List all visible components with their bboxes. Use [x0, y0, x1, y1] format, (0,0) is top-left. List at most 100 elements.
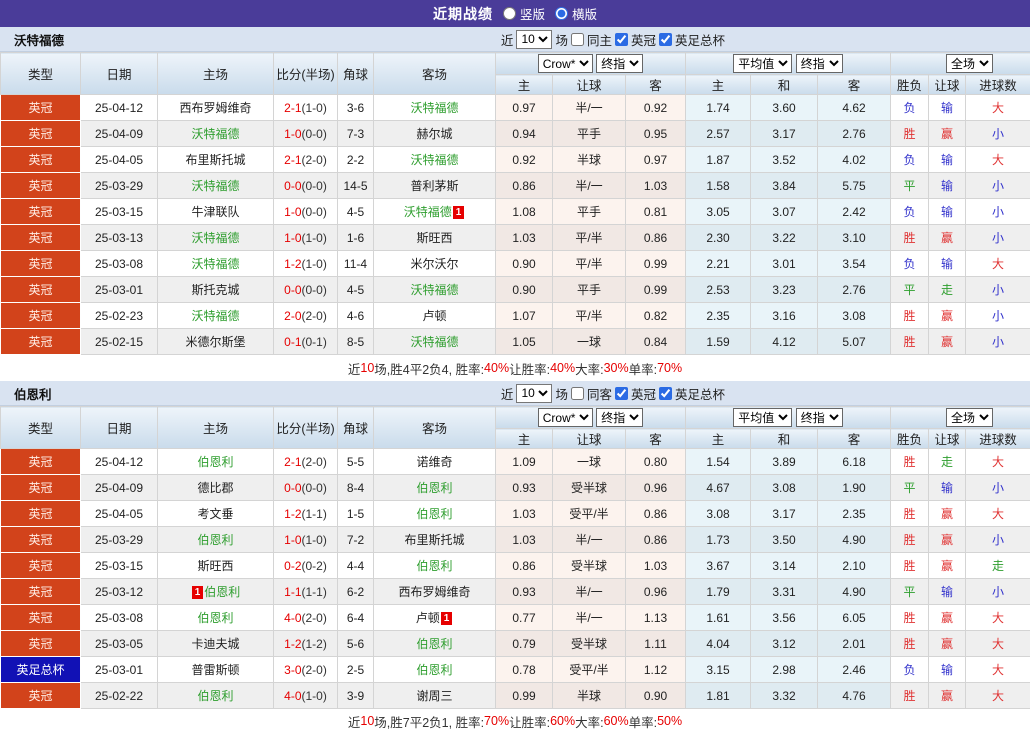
away-team-name: 普利茅斯	[410, 179, 458, 193]
match-count-select[interactable]: 10	[516, 384, 552, 403]
odds-time-select[interactable]: 终指	[596, 408, 643, 427]
match-date: 25-03-15	[81, 553, 158, 579]
handicap-odds-away: 0.95	[626, 121, 686, 147]
col-handicap: 让球	[553, 429, 626, 449]
odds-time-select[interactable]: 终指	[596, 54, 643, 73]
layout-option-horizontal[interactable]: 横版	[555, 4, 597, 23]
avg-odds-draw: 3.07	[751, 199, 818, 225]
away-team-cell: 米尔沃尔	[374, 251, 496, 277]
handicap-odds-away: 1.11	[626, 631, 686, 657]
odds-source-select[interactable]: Crow*	[538, 408, 593, 427]
scope-select[interactable]: 全场	[946, 408, 993, 427]
same-home-checkbox[interactable]	[571, 33, 584, 46]
match-type-cell: 英冠	[1, 251, 81, 277]
half-time-score: (2-0)	[302, 153, 327, 167]
col-avg-home: 主	[686, 429, 751, 449]
table-row: 英冠 25-02-15 米德尔斯堡 0-1(0-1) 8-5 沃特福德 1.05…	[1, 329, 1030, 355]
league-checkbox[interactable]	[615, 387, 628, 400]
vertical-layout-radio[interactable]	[503, 7, 516, 20]
handicap-odds-home: 0.90	[496, 251, 553, 277]
avg-odds-home: 1.58	[686, 173, 751, 199]
avg-odds-away: 4.62	[818, 95, 891, 121]
odds-source-select[interactable]: Crow*	[538, 54, 593, 73]
away-team-cell: 布里斯托城	[374, 527, 496, 553]
handicap-odds-home: 0.90	[496, 277, 553, 303]
col-date: 日期	[81, 407, 158, 449]
handicap-odds-home: 1.09	[496, 449, 553, 475]
goals-over-under-result: 大	[966, 501, 1030, 527]
table-row: 英冠 25-03-15 牛津联队 1-0(0-0) 4-5 沃特福德1 1.08…	[1, 199, 1030, 225]
corners-count: 2-2	[338, 147, 374, 173]
avg-odds-draw: 3.17	[751, 121, 818, 147]
col-away: 客场	[374, 407, 496, 449]
away-team-name: 沃特福德	[410, 283, 458, 297]
win-loss-result: 胜	[891, 225, 929, 251]
home-team-name: 伯恩利	[197, 611, 233, 625]
away-team-cell: 沃特福德	[374, 329, 496, 355]
home-team-name: 沃特福德	[191, 179, 239, 193]
odds-source-group: Crow* 终指	[496, 53, 686, 75]
summary-line: 近10场,胜4平2负4, 胜率:40% 让胜率:40% 大率:30% 单率:70…	[0, 355, 1030, 381]
same-away-checkbox[interactable]	[571, 387, 584, 400]
avg-odds-group: 平均值 终指	[686, 53, 891, 75]
away-team-name: 米尔沃尔	[410, 257, 458, 271]
cup-checkbox[interactable]	[659, 387, 672, 400]
half-time-score: (1-1)	[302, 585, 327, 599]
horizontal-layout-radio[interactable]	[555, 7, 568, 20]
away-team-name: 伯恩利	[416, 663, 452, 677]
handicap-result: 赢	[929, 553, 966, 579]
handicap-result: 输	[929, 579, 966, 605]
avg-odds-select[interactable]: 平均值	[733, 408, 792, 427]
col-win-loss: 胜负	[891, 75, 929, 95]
avg-time-select[interactable]: 终指	[796, 54, 843, 73]
avg-odds-away: 2.35	[818, 501, 891, 527]
match-type-cell: 英冠	[1, 225, 81, 251]
avg-odds-away: 3.10	[818, 225, 891, 251]
corners-count: 8-5	[338, 329, 374, 355]
handicap-odds-home: 0.92	[496, 147, 553, 173]
handicap-line: 半/一	[553, 527, 626, 553]
cup-checkbox[interactable]	[659, 33, 672, 46]
avg-time-select[interactable]: 终指	[796, 408, 843, 427]
league-checkbox[interactable]	[615, 33, 628, 46]
match-count-select[interactable]: 10	[516, 30, 552, 49]
handicap-result: 赢	[929, 527, 966, 553]
scope-select[interactable]: 全场	[946, 54, 993, 73]
team-filter-bar: 伯恩利 近 10 场 同客 英冠 英足总杯	[0, 381, 1030, 406]
handicap-odds-away: 1.03	[626, 173, 686, 199]
avg-odds-home: 3.15	[686, 657, 751, 683]
avg-odds-select[interactable]: 平均值	[733, 54, 792, 73]
handicap-odds-home: 0.94	[496, 121, 553, 147]
handicap-odds-home: 1.05	[496, 329, 553, 355]
away-team-cell: 伯恩利	[374, 631, 496, 657]
summary-line: 近10场,胜7平2负1, 胜率:70% 让胜率:60% 大率:60% 单率:50…	[0, 709, 1030, 733]
score-cell: 1-2(1-1)	[274, 501, 338, 527]
near-label: 近	[501, 30, 514, 49]
away-team-cell: 卢顿	[374, 303, 496, 329]
home-team-name: 米德尔斯堡	[185, 335, 245, 349]
table-row: 英冠 25-03-15 斯旺西 0-2(0-2) 4-4 伯恩利 0.86 受半…	[1, 553, 1030, 579]
away-team-cell: 西布罗姆维奇	[374, 579, 496, 605]
goals-over-under-result: 大	[966, 95, 1030, 121]
match-type-cell: 英冠	[1, 605, 81, 631]
score-cell: 1-2(1-0)	[274, 251, 338, 277]
win-loss-result: 平	[891, 173, 929, 199]
avg-odds-away: 2.76	[818, 121, 891, 147]
col-odds-away: 客	[626, 429, 686, 449]
full-time-score: 1-2	[284, 637, 301, 651]
table-row: 英冠 25-03-08 伯恩利 4-0(2-0) 6-4 卢顿1 0.77 半/…	[1, 605, 1030, 631]
away-team-name: 赫尔城	[416, 127, 452, 141]
win-loss-result: 胜	[891, 527, 929, 553]
col-home: 主场	[158, 53, 274, 95]
corners-count: 4-4	[338, 553, 374, 579]
handicap-rate: 60%	[550, 714, 575, 728]
avg-odds-away: 4.76	[818, 683, 891, 709]
layout-option-vertical[interactable]: 竖版	[503, 4, 545, 23]
table-row: 英冠 25-04-05 考文垂 1-2(1-1) 1-5 伯恩利 1.03 受平…	[1, 501, 1030, 527]
avg-odds-draw: 3.84	[751, 173, 818, 199]
avg-odds-away: 5.75	[818, 173, 891, 199]
col-goals: 进球数	[966, 75, 1030, 95]
table-row: 英冠 25-02-23 沃特福德 2-0(2-0) 4-6 卢顿 1.07 平/…	[1, 303, 1030, 329]
half-time-score: (0-2)	[302, 559, 327, 573]
full-time-score: 0-1	[284, 335, 301, 349]
